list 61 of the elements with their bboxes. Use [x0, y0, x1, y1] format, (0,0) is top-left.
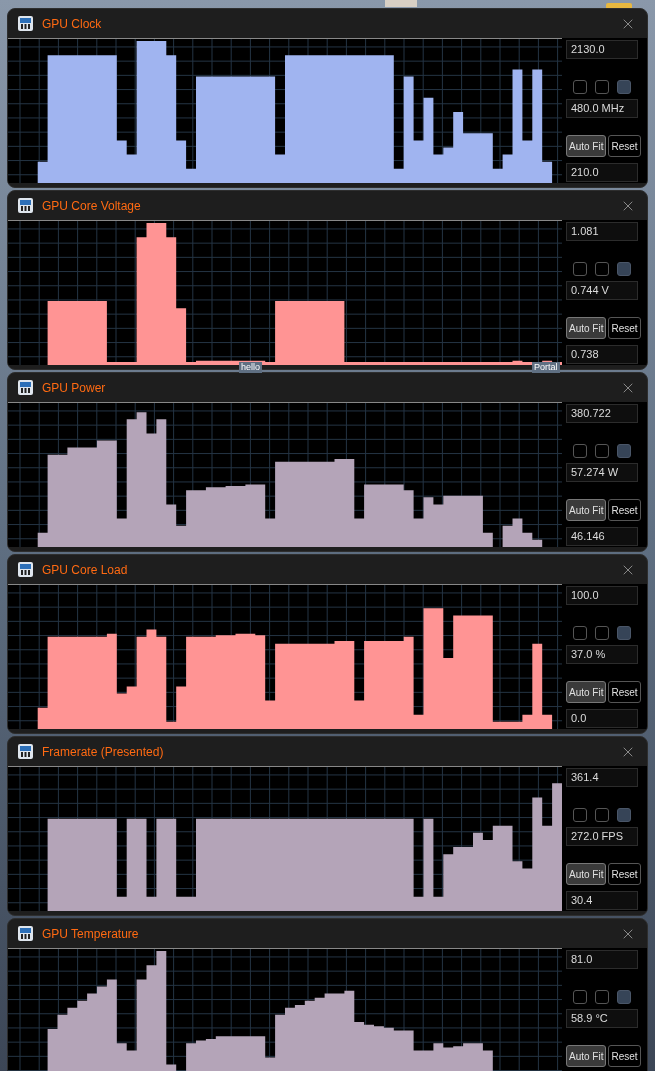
- reset-button[interactable]: Reset: [608, 135, 641, 157]
- auto-fit-button[interactable]: Auto Fit: [566, 1045, 607, 1067]
- window-title: GPU Clock: [42, 15, 102, 33]
- checkbox[interactable]: [573, 444, 587, 458]
- window-title: GPU Temperature: [42, 925, 139, 943]
- current-value-field: 57.274 W: [566, 463, 638, 482]
- auto-fit-button[interactable]: Auto Fit: [566, 499, 607, 521]
- checkbox[interactable]: [573, 262, 587, 276]
- max-value-field: 2130.0: [566, 40, 638, 59]
- current-value-field: 480.0 MHz: [566, 99, 638, 118]
- min-value-field: 210.0: [566, 163, 638, 182]
- checkbox[interactable]: [595, 80, 609, 94]
- app-icon: [18, 562, 33, 577]
- window-title: GPU Core Voltage: [42, 197, 141, 215]
- window-title: GPU Core Load: [42, 561, 128, 579]
- checkbox[interactable]: [595, 262, 609, 276]
- auto-fit-button[interactable]: Auto Fit: [566, 863, 607, 885]
- min-value-field: 30.4: [566, 891, 638, 910]
- max-value-field: 361.4: [566, 768, 638, 787]
- window-title: GPU Power: [42, 379, 106, 397]
- auto-fit-button[interactable]: Auto Fit: [566, 681, 607, 703]
- auto-fit-button[interactable]: Auto Fit: [566, 135, 607, 157]
- max-value-field: 1.081: [566, 222, 638, 241]
- app-icon: [18, 16, 33, 31]
- min-value-field: 0.0: [566, 709, 638, 728]
- desktop-label[interactable]: Portal: [532, 361, 560, 373]
- checkbox[interactable]: [617, 444, 631, 458]
- checkbox[interactable]: [573, 80, 587, 94]
- checkbox[interactable]: [573, 808, 587, 822]
- min-value-field: 46.146: [566, 527, 638, 546]
- max-value-field: 81.0: [566, 950, 638, 969]
- reset-button[interactable]: Reset: [608, 681, 641, 703]
- current-value-field: 0.744 V: [566, 281, 638, 300]
- current-value-field: 37.0 %: [566, 645, 638, 664]
- checkbox[interactable]: [617, 990, 631, 1004]
- max-value-field: 380.722: [566, 404, 638, 423]
- max-value-field: 100.0: [566, 586, 638, 605]
- checkbox[interactable]: [573, 626, 587, 640]
- reset-button[interactable]: Reset: [608, 499, 641, 521]
- checkbox[interactable]: [617, 262, 631, 276]
- checkbox[interactable]: [595, 808, 609, 822]
- app-icon: [18, 744, 33, 759]
- window-title: Framerate (Presented): [42, 743, 164, 761]
- reset-button[interactable]: Reset: [608, 863, 641, 885]
- checkbox[interactable]: [595, 626, 609, 640]
- auto-fit-button[interactable]: Auto Fit: [566, 317, 607, 339]
- min-value-field: 0.738: [566, 345, 638, 364]
- current-value-field: 58.9 °C: [566, 1009, 638, 1028]
- app-icon: [18, 380, 33, 395]
- app-icon: [18, 926, 33, 941]
- checkbox[interactable]: [595, 444, 609, 458]
- checkbox[interactable]: [617, 80, 631, 94]
- checkbox[interactable]: [617, 626, 631, 640]
- checkbox[interactable]: [573, 990, 587, 1004]
- desktop-label[interactable]: hello: [239, 361, 262, 373]
- checkbox[interactable]: [595, 990, 609, 1004]
- reset-button[interactable]: Reset: [608, 1045, 641, 1067]
- reset-button[interactable]: Reset: [608, 317, 641, 339]
- checkbox[interactable]: [617, 808, 631, 822]
- app-icon: [18, 198, 33, 213]
- current-value-field: 272.0 FPS: [566, 827, 638, 846]
